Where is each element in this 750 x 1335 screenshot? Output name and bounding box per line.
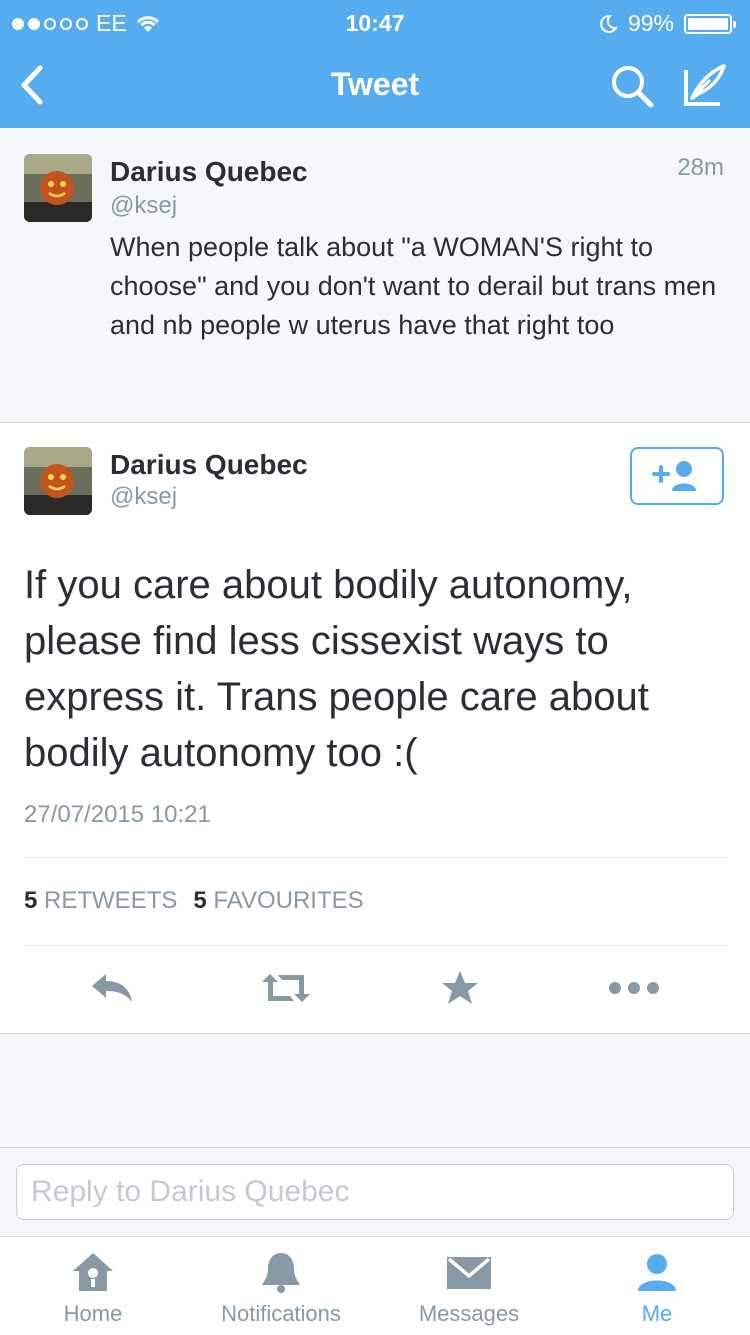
battery-icon xyxy=(684,13,736,34)
author-name[interactable]: Darius Quebec xyxy=(110,156,308,188)
favourites-count: 5 xyxy=(193,887,207,914)
tab-home[interactable]: Home xyxy=(3,1249,183,1335)
parent-tweet[interactable]: Darius Quebec @ksej 28m When people talk… xyxy=(0,128,750,423)
retweets-count: 5 xyxy=(24,887,38,914)
tweet-timestamp: 27/07/2015 10:21 xyxy=(24,801,211,828)
reply-button[interactable] xyxy=(82,963,142,1013)
reply-bar xyxy=(0,1147,750,1236)
retweets-label: RETWEETS xyxy=(44,887,178,914)
author-name[interactable]: Darius Quebec xyxy=(110,449,308,481)
favourite-button[interactable] xyxy=(430,963,490,1013)
tab-label: Me xyxy=(641,1301,673,1326)
moon-icon xyxy=(600,14,618,33)
tab-label: Notifications xyxy=(221,1301,341,1326)
status-right: 99% xyxy=(598,10,736,37)
status-bar: EE 10:47 99% xyxy=(0,8,750,38)
tweet-actions xyxy=(0,963,750,1013)
divider xyxy=(24,945,726,946)
tweet-relative-time: 28m xyxy=(677,154,724,181)
tweet-detail: Darius Quebec @ksej If you care about bo… xyxy=(0,423,750,1034)
divider xyxy=(24,857,726,858)
nav-bar: Tweet xyxy=(0,48,750,124)
reply-icon xyxy=(92,974,132,1002)
envelope-icon xyxy=(447,1257,491,1289)
tab-messages[interactable]: Messages xyxy=(379,1249,559,1335)
author-handle[interactable]: @ksej xyxy=(110,192,177,220)
retweets-stat[interactable]: 5 RETWEETS xyxy=(24,887,177,915)
search-icon[interactable] xyxy=(608,62,656,110)
retweet-button[interactable] xyxy=(256,963,316,1013)
retweet-icon xyxy=(262,974,310,1002)
compose-tweet-icon[interactable] xyxy=(680,60,730,110)
tab-label: Home xyxy=(63,1301,123,1326)
person-icon xyxy=(638,1254,676,1291)
app-header: EE 10:47 99% Tweet xyxy=(0,0,750,128)
tab-me[interactable]: Me xyxy=(567,1249,747,1335)
battery-percent: 99% xyxy=(627,10,674,36)
reply-input[interactable] xyxy=(16,1164,734,1220)
tweet-text: When people talk about "a WOMAN'S right … xyxy=(110,232,717,340)
favourites-stat[interactable]: 5 FAVOURITES xyxy=(193,887,363,915)
tab-bar: Home Notifications Messages Me xyxy=(0,1236,750,1335)
favourites-label: FAVOURITES xyxy=(213,887,364,914)
tab-notifications[interactable]: Notifications xyxy=(191,1249,371,1335)
more-dots-icon xyxy=(609,982,659,994)
tab-label: Messages xyxy=(418,1301,520,1326)
more-options-button[interactable] xyxy=(604,963,664,1013)
tweet-text: If you care about bodily autonomy, pleas… xyxy=(24,563,649,775)
author-handle[interactable]: @ksej xyxy=(110,483,177,511)
tweet-stats: 5 RETWEETS 5 FAVOURITES xyxy=(24,887,364,915)
home-icon xyxy=(73,1253,113,1291)
add-user-icon xyxy=(652,461,696,491)
avatar[interactable] xyxy=(24,154,92,222)
star-icon xyxy=(442,971,478,1004)
bell-icon xyxy=(262,1253,300,1293)
avatar[interactable] xyxy=(24,447,92,515)
follow-button[interactable] xyxy=(630,447,724,505)
